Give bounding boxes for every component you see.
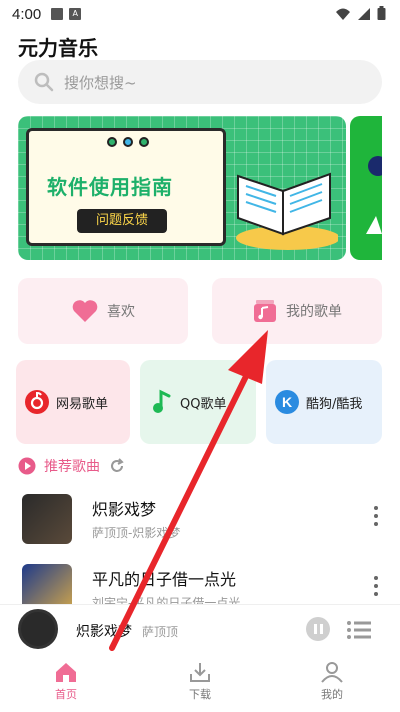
- search-bar[interactable]: 搜你想搜~: [18, 60, 382, 104]
- netease-icon: [25, 390, 49, 414]
- app-notification-icon: A: [69, 8, 82, 20]
- playlist-icon: [254, 300, 276, 322]
- my-playlist-tile[interactable]: 我的歌单: [212, 278, 382, 344]
- banner-card: 软件使用指南 问题反馈: [26, 128, 226, 246]
- status-time: 4:00: [12, 5, 42, 23]
- user-icon: [321, 662, 343, 683]
- dot-icon: [123, 137, 133, 147]
- netease-playlist-tile[interactable]: 网易歌单: [16, 360, 130, 444]
- nav-download-label: 下载: [189, 688, 211, 701]
- search-icon: [34, 72, 54, 92]
- song-title: 平凡的日子借一点光: [92, 570, 237, 589]
- play-circle-icon: [18, 457, 36, 475]
- banner-title: 软件使用指南: [47, 175, 173, 199]
- pause-icon[interactable]: [306, 617, 330, 641]
- feedback-pill[interactable]: 问题反馈: [77, 209, 167, 233]
- app-title: 元力音乐: [18, 36, 98, 60]
- nav-home-label: 首页: [55, 688, 77, 701]
- recommend-header: 推荐歌曲: [18, 456, 126, 476]
- status-bar: 4:00 A: [0, 0, 400, 28]
- nav-mine-label: 我的: [321, 688, 343, 701]
- player-title: 炽影戏梦: [76, 624, 132, 640]
- battery-icon: [377, 6, 386, 20]
- qq-playlist-tile[interactable]: QQ歌单: [140, 360, 256, 444]
- wifi-icon: [336, 8, 350, 20]
- netease-label: 网易歌单: [56, 396, 109, 412]
- book-icon: [236, 172, 338, 250]
- banner-next-art-icon: [366, 156, 382, 234]
- download-icon: [190, 663, 210, 682]
- like-tile[interactable]: 喜欢: [18, 278, 188, 344]
- banner-next[interactable]: [350, 116, 382, 260]
- nav-mine[interactable]: 我的: [292, 660, 372, 702]
- mini-player[interactable]: 炽影戏梦 萨顶顶: [0, 604, 400, 656]
- dot-icon: [107, 137, 117, 147]
- signal-icon: [358, 7, 370, 20]
- banner-dots: [107, 137, 149, 147]
- notification-icon: [51, 8, 64, 20]
- nav-download[interactable]: 下载: [160, 660, 240, 702]
- more-icon[interactable]: [374, 576, 378, 596]
- heart-icon: [72, 300, 98, 322]
- kugou-label: 酷狗/酷我: [306, 396, 363, 412]
- song-cover: [22, 494, 72, 544]
- home-icon: [56, 663, 76, 682]
- song-row[interactable]: 炽影戏梦 萨顶顶-炽影戏梦: [18, 490, 382, 550]
- recommend-title: 推荐歌曲: [44, 459, 100, 475]
- player-cover: [18, 609, 58, 649]
- more-icon[interactable]: [374, 506, 378, 526]
- bottom-nav: 首页 下载 我的: [0, 656, 400, 712]
- song-title: 炽影戏梦: [92, 500, 157, 519]
- queue-icon[interactable]: [346, 619, 372, 641]
- qq-label: QQ歌单: [180, 396, 227, 412]
- search-placeholder: 搜你想搜~: [64, 73, 137, 92]
- like-label: 喜欢: [107, 304, 135, 320]
- kugou-playlist-tile[interactable]: K 酷狗/酷我: [266, 360, 382, 444]
- svg-text:K: K: [282, 394, 292, 410]
- my-playlist-label: 我的歌单: [286, 304, 342, 320]
- banner-guide[interactable]: 软件使用指南 问题反馈: [18, 116, 346, 260]
- player-artist: 萨顶顶: [142, 625, 179, 639]
- kugou-icon: K: [275, 390, 299, 414]
- refresh-icon[interactable]: [108, 457, 126, 475]
- dot-icon: [139, 137, 149, 147]
- qq-music-icon: [153, 389, 171, 413]
- song-subtitle: 萨顶顶-炽影戏梦: [92, 526, 181, 540]
- status-right-icons: [335, 6, 386, 21]
- status-notifications: A: [51, 8, 82, 20]
- nav-home[interactable]: 首页: [26, 660, 106, 702]
